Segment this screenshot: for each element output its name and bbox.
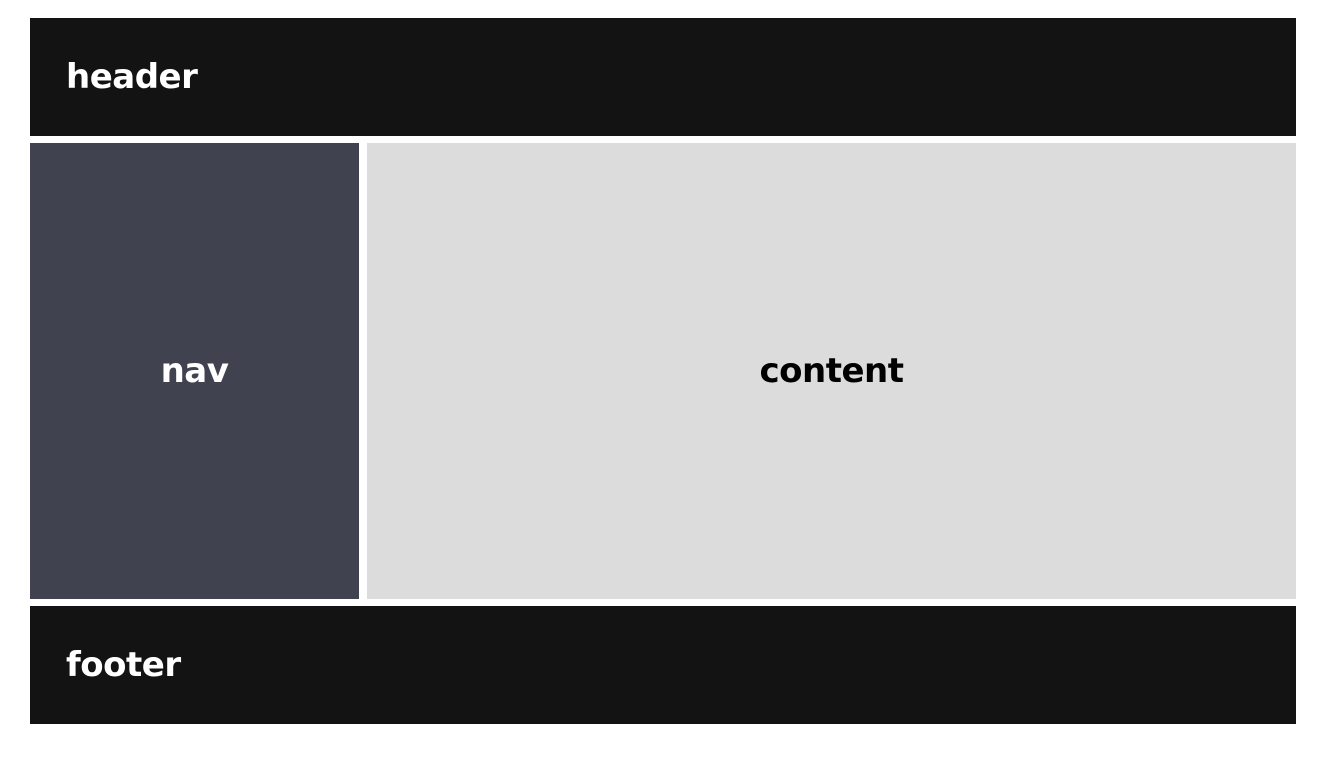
- footer-region: footer: [30, 606, 1296, 724]
- header-label: header: [66, 57, 198, 97]
- footer-label: footer: [66, 645, 181, 685]
- content-region: content: [367, 143, 1296, 599]
- nav-label: nav: [160, 351, 229, 391]
- content-label: content: [759, 351, 905, 391]
- page-layout-diagram: header nav content footer: [30, 18, 1296, 724]
- nav-region: nav: [30, 143, 359, 599]
- header-region: header: [30, 18, 1296, 136]
